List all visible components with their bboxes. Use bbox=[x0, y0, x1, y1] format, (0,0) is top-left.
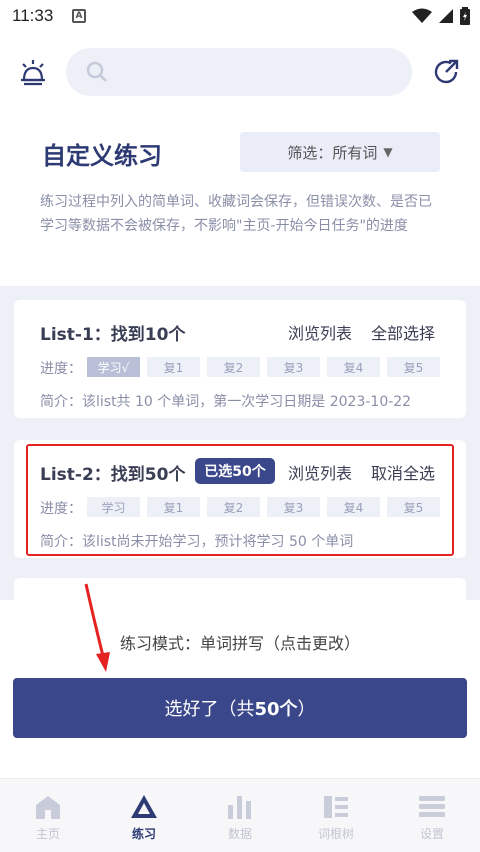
browse-list-button[interactable]: 浏览列表 bbox=[288, 460, 352, 484]
stage-chip: 学习√ bbox=[87, 357, 140, 377]
status-time: 11:33 bbox=[12, 6, 54, 25]
list-title: List-2：找到50个 bbox=[40, 465, 186, 485]
stage-chip: 复4 bbox=[327, 357, 380, 377]
description-text: 练习过程中列入的简单词、收藏词会保存，但错误次数、是否已学习等数据不会被保存，不… bbox=[40, 194, 432, 234]
stage-chip: 复3 bbox=[267, 357, 320, 377]
tab-label: 设置 bbox=[419, 827, 444, 841]
list-area: List-1：找到10个 浏览列表 全部选择 进度： 学习√ 复1 复2 复3 … bbox=[0, 286, 480, 618]
progress-stages: 学习√ 复1 复2 复3 复4 复5 bbox=[87, 357, 440, 377]
notification-icon: A bbox=[72, 9, 86, 23]
selected-count-badge: 已选50个 bbox=[195, 458, 275, 484]
practice-icon bbox=[131, 795, 157, 818]
list-card[interactable]: List-1：找到10个 浏览列表 全部选择 进度： 学习√ 复1 复2 复3 … bbox=[14, 300, 466, 418]
stage-chip: 复2 bbox=[207, 357, 260, 377]
tab-label: 数据 bbox=[227, 827, 252, 841]
browse-list-button[interactable]: 浏览列表 bbox=[288, 320, 352, 344]
filter-label: 筛选：所有词 bbox=[287, 143, 378, 162]
tab-label: 练习 bbox=[131, 827, 156, 841]
progress-label: 进度： bbox=[40, 501, 82, 517]
list-intro: 简介：该list共 10 个单词，第一次学习日期是 2023-10-22 bbox=[40, 394, 412, 410]
tab-settings[interactable]: 设置 bbox=[384, 779, 480, 852]
select-all-button[interactable]: 全部选择 bbox=[371, 320, 435, 344]
tab-practice[interactable]: 练习 bbox=[96, 779, 192, 852]
practice-header: 自定义练习 筛选：所有词 ▼ 练习过程中列入的简单词、收藏词会保存，但错误次数、… bbox=[0, 114, 480, 286]
list-card[interactable]: List-2：找到50个 已选50个 浏览列表 取消全选 进度： 学习 复1 复… bbox=[14, 440, 466, 558]
signal-icon bbox=[439, 9, 453, 23]
stage-chip: 学习 bbox=[87, 497, 140, 517]
stage-chip: 复1 bbox=[147, 357, 200, 377]
list-title: List-1：找到10个 bbox=[40, 325, 186, 345]
search-icon bbox=[86, 61, 107, 82]
tab-label: 主页 bbox=[35, 827, 60, 841]
settings-icon bbox=[419, 796, 445, 817]
stage-chip: 复4 bbox=[327, 497, 380, 517]
page-title: 自定义练习 bbox=[42, 142, 162, 170]
home-icon bbox=[36, 796, 60, 819]
search-bar[interactable] bbox=[66, 48, 412, 96]
status-bar: 11:33 A bbox=[0, 0, 480, 34]
list-intro: 简介：该list尚未开始学习，预计将学习 50 个单词 bbox=[40, 534, 354, 550]
stage-chip: 复5 bbox=[387, 357, 440, 377]
progress-stages: 学习 复1 复2 复3 复4 复5 bbox=[87, 497, 440, 517]
top-bar bbox=[0, 34, 480, 114]
tab-home[interactable]: 主页 bbox=[0, 779, 96, 852]
stage-chip: 复1 bbox=[147, 497, 200, 517]
annotation-arrow-icon bbox=[84, 583, 110, 672]
chevron-down-icon: ▼ bbox=[383, 145, 393, 159]
bottom-sheet: 练习模式：单词拼写（点击更改） 选好了（共 50个） bbox=[0, 600, 480, 778]
stats-icon bbox=[228, 796, 251, 819]
refresh-icon[interactable] bbox=[432, 58, 460, 86]
filter-dropdown[interactable]: 筛选：所有词 ▼ bbox=[240, 132, 440, 172]
tab-label: 词根树 bbox=[317, 827, 354, 841]
progress-label: 进度： bbox=[40, 361, 82, 377]
confirm-button[interactable]: 选好了（共 50个） bbox=[13, 678, 467, 738]
tab-root-tree[interactable]: 词根树 bbox=[288, 779, 384, 852]
tree-icon bbox=[324, 796, 348, 818]
system-icons bbox=[412, 7, 470, 25]
stage-chip: 复3 bbox=[267, 497, 320, 517]
alarm-icon[interactable] bbox=[18, 58, 48, 88]
deselect-all-button[interactable]: 取消全选 bbox=[371, 460, 435, 484]
bottom-tab-bar: 主页 练习 数据 词根树 设置 bbox=[0, 778, 480, 852]
practice-mode-selector[interactable]: 练习模式：单词拼写（点击更改） bbox=[0, 630, 480, 654]
wifi-icon bbox=[412, 8, 432, 23]
tab-stats[interactable]: 数据 bbox=[192, 779, 288, 852]
battery-icon bbox=[460, 7, 470, 25]
stage-chip: 复5 bbox=[387, 497, 440, 517]
stage-chip: 复2 bbox=[207, 497, 260, 517]
